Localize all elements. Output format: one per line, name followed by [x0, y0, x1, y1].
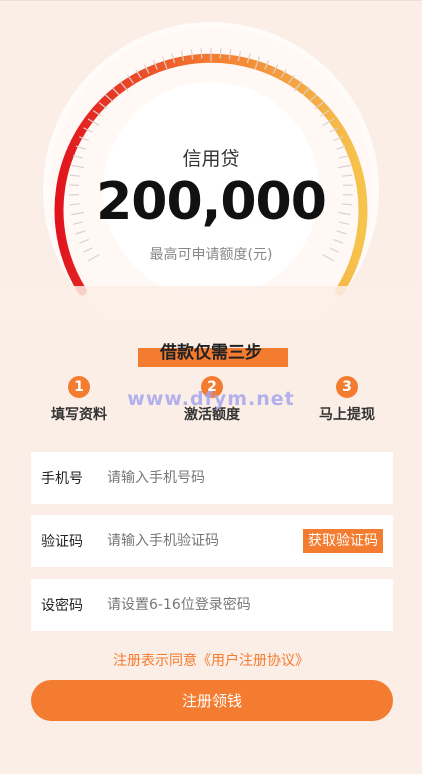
credit-amount: 200,000 [96, 172, 327, 232]
watermark-text: www.dfym.net [127, 388, 295, 410]
register-button[interactable]: 注册领钱 [31, 680, 393, 721]
steps-header: 借款仅需三步 [0, 336, 422, 370]
gauge-tick [219, 48, 222, 59]
code-input[interactable] [107, 533, 303, 549]
gauge-title: 信用贷 [182, 148, 240, 170]
password-field: 设密码 [31, 579, 393, 631]
credit-gauge: 信用贷 200,000 最高可申请额度(元) [0, 0, 422, 320]
verification-code-field: 验证码 获取验证码 [31, 515, 393, 567]
gauge-tick [200, 48, 203, 59]
gauge-subtitle: 最高可申请额度(元) [149, 247, 273, 263]
phone-input[interactable] [107, 470, 393, 486]
phone-field: 手机号 [31, 452, 393, 504]
steps-title: 借款仅需三步 [160, 343, 262, 363]
password-input[interactable] [107, 597, 393, 613]
password-label: 设密码 [41, 598, 83, 614]
phone-label: 手机号 [41, 471, 83, 487]
agreement-link[interactable]: 注册表示同意《用户注册协议》 [0, 650, 422, 670]
code-label: 验证码 [41, 534, 83, 550]
get-code-button[interactable]: 获取验证码 [303, 529, 383, 553]
